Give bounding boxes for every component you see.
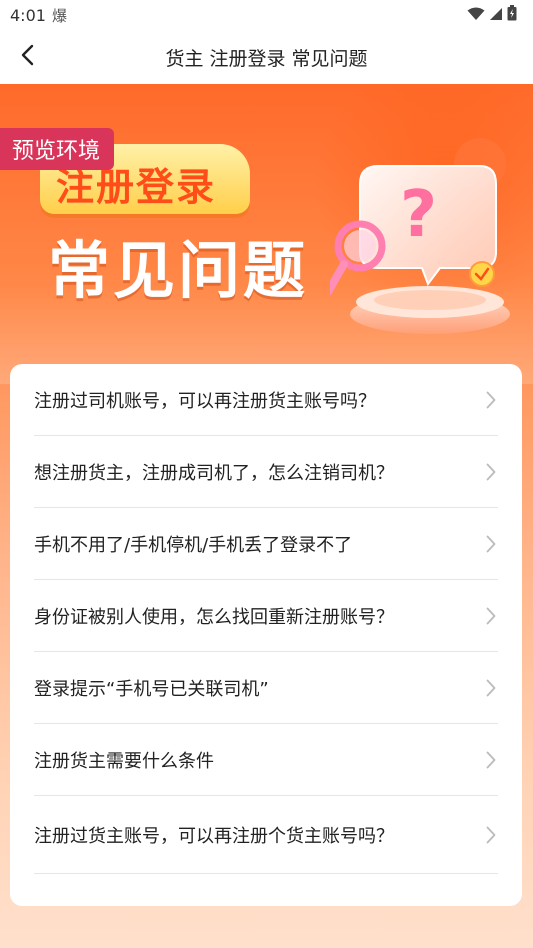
status-right <box>467 5 517 25</box>
svg-text:?: ? <box>400 178 437 252</box>
wifi-icon <box>467 6 485 25</box>
status-bar: 4:01 爆 <box>0 0 533 30</box>
faq-list: 注册过司机账号，可以再注册货主账号吗？ 想注册货主，注册成司机了，怎么注销司机？… <box>10 364 522 906</box>
faq-item-label: 注册货主需要什么条件 <box>34 750 214 772</box>
chevron-right-icon <box>484 606 498 626</box>
chevron-right-icon <box>484 678 498 698</box>
signal-icon <box>489 6 503 25</box>
chevron-right-icon <box>484 462 498 482</box>
faq-item-3[interactable]: 手机不用了/手机停机/手机丢了登录不了 <box>34 508 498 580</box>
faq-item-label: 登录提示“手机号已关联司机” <box>34 678 269 700</box>
status-left: 4:01 爆 <box>10 5 67 26</box>
question-illustration: ? <box>324 124 530 344</box>
content-area: 预览环境 注册登录 常见问题 ? 注册过司机账号，可以再注册货主账号吗？ 想注册… <box>0 84 533 948</box>
faq-item-1[interactable]: 注册过司机账号，可以再注册货主账号吗？ <box>34 364 498 436</box>
back-button[interactable] <box>8 38 46 76</box>
env-tag: 预览环境 <box>0 128 115 170</box>
faq-item-label: 注册过司机账号，可以再注册货主账号吗？ <box>34 390 376 412</box>
chevron-right-icon <box>484 825 498 845</box>
nav-bar: 货主 注册登录 常见问题 <box>0 30 533 84</box>
faq-item-label: 注册过货主账号，可以再注册个货主账号吗？ <box>34 825 394 847</box>
status-time: 4:01 <box>10 5 46 25</box>
notification-icon: 爆 <box>51 6 67 25</box>
faq-item-label: 身份证被别人使用，怎么找回重新注册账号？ <box>34 606 394 628</box>
faq-item-label: 手机不用了/手机停机/手机丢了登录不了 <box>34 534 353 556</box>
banner-title-line2: 常见问题 <box>48 234 309 307</box>
chevron-right-icon <box>484 534 498 554</box>
chevron-right-icon <box>484 390 498 410</box>
faq-item-2[interactable]: 想注册货主，注册成司机了，怎么注销司机？ <box>34 436 498 508</box>
faq-item-4[interactable]: 身份证被别人使用，怎么找回重新注册账号？ <box>34 580 498 652</box>
page-title: 货主 注册登录 常见问题 <box>165 47 368 70</box>
chevron-right-icon <box>484 750 498 770</box>
faq-item-5[interactable]: 登录提示“手机号已关联司机” <box>34 652 498 724</box>
banner: 预览环境 注册登录 常见问题 ? <box>0 84 533 384</box>
faq-item-7[interactable]: 注册过货主账号，可以再注册个货主账号吗？ <box>34 796 498 874</box>
faq-item-label: 想注册货主，注册成司机了，怎么注销司机？ <box>34 462 394 484</box>
faq-item-6[interactable]: 注册货主需要什么条件 <box>34 724 498 796</box>
chevron-left-icon <box>20 44 34 70</box>
battery-icon <box>507 5 517 25</box>
